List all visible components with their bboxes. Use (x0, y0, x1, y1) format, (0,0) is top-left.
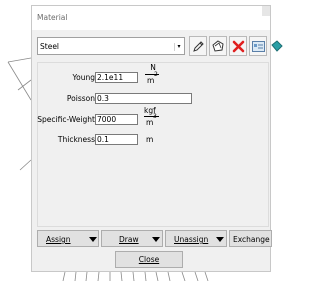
delete-material-button[interactable] (229, 36, 247, 56)
specific-weight-input[interactable]: 7000 (95, 114, 138, 125)
specific-weight-label: Specific-Weight (37, 115, 95, 124)
properties-button[interactable] (249, 36, 267, 56)
assign-button-label: Assign (46, 235, 71, 244)
close-button-label: Close (138, 255, 160, 264)
material-dropdown-value: Steel (40, 42, 60, 51)
draw-button-label: Draw (119, 235, 139, 244)
young-label: Young (72, 73, 95, 82)
assign-dropdown-arrow-icon (89, 237, 97, 242)
paint-bucket-icon (271, 40, 283, 52)
thickness-label: Thickness (57, 135, 95, 144)
young-unit-exponent: 2 (154, 71, 158, 78)
poisson-label: Poisson (66, 94, 95, 103)
edit-material-button[interactable] (189, 36, 207, 56)
unassign-button[interactable]: Unassign (165, 230, 227, 247)
delete-x-icon (232, 40, 245, 53)
poisson-input[interactable]: 0.3 (95, 93, 192, 104)
draw-button[interactable]: Draw (101, 230, 163, 247)
assign-button[interactable]: Assign (37, 230, 99, 247)
unassign-dropdown-arrow-icon (216, 237, 224, 242)
edit-pencil-icon (193, 41, 204, 52)
exchange-button-label: Exchange (233, 235, 270, 244)
polygon-shape-icon (212, 40, 224, 52)
window-title: Material (37, 13, 68, 22)
chevron-down-icon: ▾ (174, 43, 183, 51)
young-unit-numerator: N (150, 63, 156, 72)
properties-card-icon (252, 41, 265, 52)
young-input[interactable]: 2.1e11 (95, 72, 138, 83)
title-bar[interactable]: Material (32, 6, 270, 30)
shape-button[interactable] (209, 36, 227, 56)
window-close-control[interactable] (262, 6, 270, 16)
material-dialog: Material Steel ▾ Young 2.1e11 N m 2 Pois… (31, 5, 283, 272)
paint-color-dropdown[interactable] (269, 36, 283, 56)
thickness-unit: m (146, 135, 154, 144)
material-dropdown[interactable]: Steel ▾ (37, 37, 185, 55)
thickness-input[interactable]: 0.1 (95, 134, 138, 145)
exchange-button[interactable]: Exchange (229, 230, 272, 247)
specific-weight-unit-exponent: 3 (153, 113, 157, 120)
close-button[interactable]: Close (115, 251, 183, 268)
unassign-button-label: Unassign (174, 235, 209, 244)
draw-dropdown-arrow-icon (152, 237, 160, 242)
properties-panel: Young 2.1e11 N m 2 Poisson 0.3 Specific-… (37, 62, 269, 227)
